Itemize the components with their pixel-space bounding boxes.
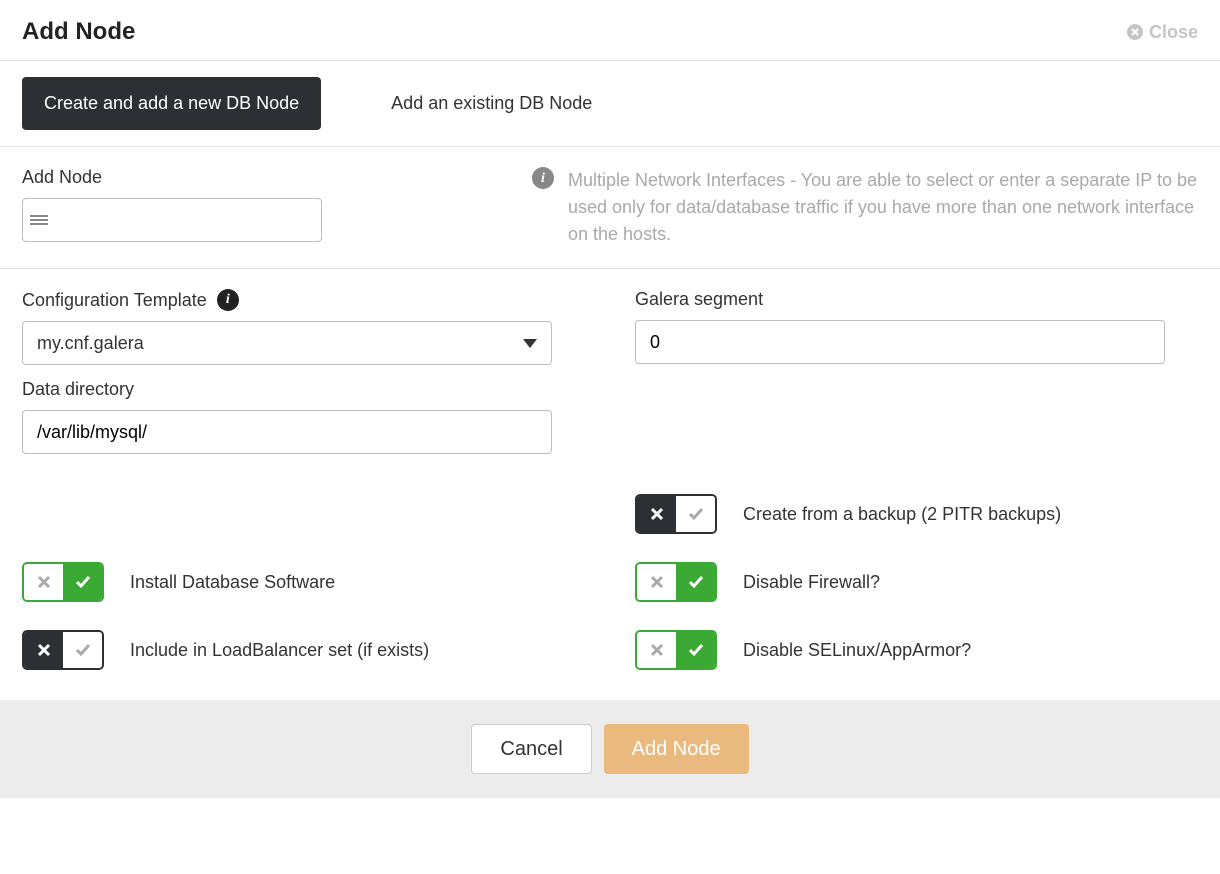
tabs: Create and add a new DB Node Add an exis… [0,61,1220,147]
x-icon [637,564,676,600]
include-lb-toggle[interactable] [22,630,104,670]
help-text-content: Multiple Network Interfaces - You are ab… [568,167,1198,248]
galera-segment-label: Galera segment [635,289,1198,310]
create-from-backup-row: Create from a backup (2 PITR backups) [635,494,1198,534]
close-icon [1127,24,1143,40]
check-icon [63,632,102,668]
install-software-label: Install Database Software [130,572,335,593]
modal-title: Add Node [22,18,135,46]
modal-header: Add Node Close [0,0,1220,61]
check-icon [676,632,715,668]
install-software-row: Install Database Software [22,562,585,602]
help-text: i Multiple Network Interfaces - You are … [532,167,1198,248]
modal-footer: Cancel Add Node [0,700,1220,798]
server-icon [23,215,57,225]
cancel-button[interactable]: Cancel [471,724,591,774]
disable-selinux-label: Disable SELinux/AppArmor? [743,640,971,661]
disable-selinux-toggle[interactable] [635,630,717,670]
chevron-down-icon [523,339,537,348]
config-template-select[interactable]: my.cnf.galera [22,321,552,365]
close-button[interactable]: Close [1127,22,1198,43]
disable-firewall-label: Disable Firewall? [743,572,880,593]
check-icon [63,564,102,600]
install-software-toggle[interactable] [22,562,104,602]
info-icon[interactable]: i [217,289,239,311]
disable-firewall-toggle[interactable] [635,562,717,602]
tab-create-new[interactable]: Create and add a new DB Node [22,77,321,130]
check-icon [676,564,715,600]
tab-add-existing[interactable]: Add an existing DB Node [369,77,614,130]
node-address-input[interactable] [57,199,321,241]
close-label: Close [1149,22,1198,43]
info-icon: i [532,167,554,189]
data-dir-label: Data directory [22,379,585,400]
add-node-label: Add Node [22,167,482,188]
x-icon [637,632,676,668]
add-node-button[interactable]: Add Node [604,724,749,774]
create-from-backup-label: Create from a backup (2 PITR backups) [743,504,1061,525]
x-icon [24,632,63,668]
x-icon [637,496,676,532]
include-lb-row: Include in LoadBalancer set (if exists) [22,630,585,670]
check-icon [676,496,715,532]
create-from-backup-toggle[interactable] [635,494,717,534]
add-node-section: Add Node i Multiple Network Interfaces -… [0,147,1220,269]
disable-firewall-row: Disable Firewall? [635,562,1198,602]
include-lb-label: Include in LoadBalancer set (if exists) [130,640,429,661]
disable-selinux-row: Disable SELinux/AppArmor? [635,630,1198,670]
config-template-value: my.cnf.galera [37,333,144,354]
data-dir-input[interactable] [22,410,552,454]
config-section: Configuration Template i my.cnf.galera D… [0,269,1220,700]
node-address-input-group [22,198,322,242]
config-template-label: Configuration Template i [22,289,585,311]
x-icon [24,564,63,600]
add-node-modal: Add Node Close Create and add a new DB N… [0,0,1220,798]
galera-segment-input[interactable] [635,320,1165,364]
